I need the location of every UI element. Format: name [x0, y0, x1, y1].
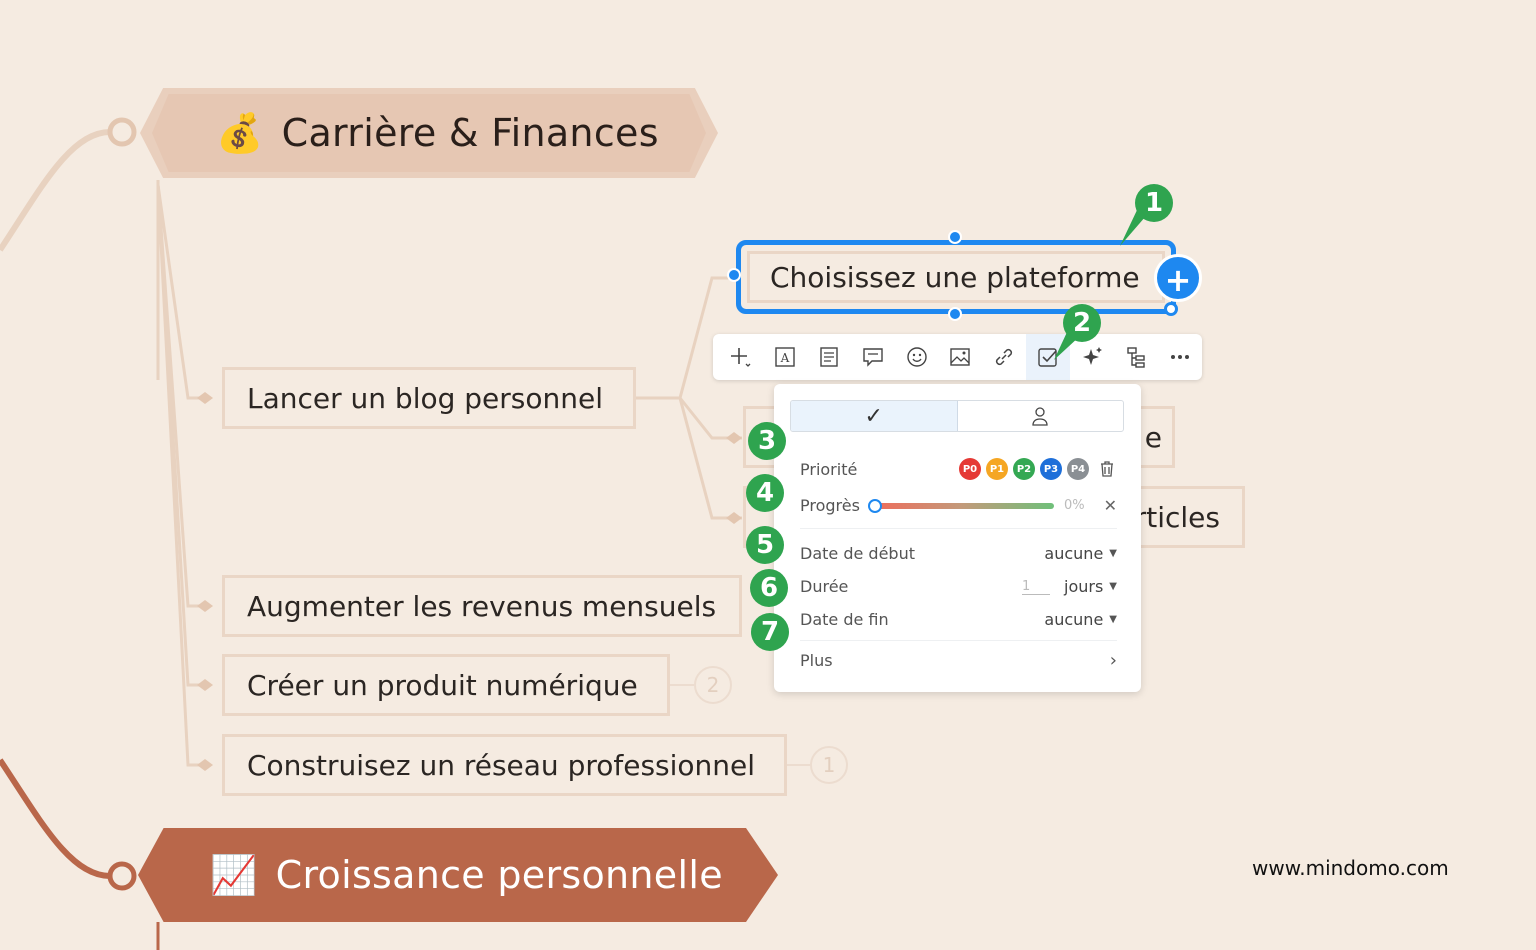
subtopic-label: Lancer un blog personnel	[247, 381, 604, 415]
trash-icon[interactable]	[1097, 459, 1117, 479]
duration-label: Durée	[800, 577, 849, 596]
image-icon[interactable]	[939, 334, 983, 380]
subtopic-label: e	[1144, 420, 1162, 454]
duration-row: Durée 1 jours ▼	[800, 577, 1117, 596]
subtopic-label: Augmenter les revenus mensuels	[247, 589, 717, 623]
money-bag-icon: 💰	[216, 110, 264, 155]
comment-icon[interactable]	[851, 334, 895, 380]
resize-handle-top[interactable]	[948, 230, 962, 244]
more-icon[interactable]	[1158, 334, 1202, 380]
user-icon	[1032, 407, 1048, 426]
link-icon[interactable]	[982, 334, 1026, 380]
priority-chip-p4[interactable]: P4	[1067, 458, 1089, 480]
collapsed-children-count[interactable]: 1	[810, 746, 848, 784]
checkmark-icon: ✓	[864, 403, 883, 429]
subtopic-label: Construisez un réseau professionnel	[247, 748, 756, 782]
main-topic-label: Carrière & Finances	[281, 111, 659, 155]
progress-slider[interactable]	[867, 498, 1054, 513]
more-row[interactable]: Plus ›	[800, 650, 1117, 671]
priority-options: P0 P1 P2 P3 P4	[959, 458, 1089, 480]
duration-input[interactable]: 1	[1022, 579, 1050, 595]
task-panel: ✓ Priorité P0 P1 P2 P3 P4 Progrès 0% ✕ Date …	[774, 384, 1141, 692]
resize-handle-bottom[interactable]	[948, 307, 962, 321]
progress-row: Progrès 0% ✕	[800, 496, 1117, 515]
start-date-value[interactable]: aucune	[1044, 544, 1103, 563]
start-date-label: Date de début	[800, 544, 915, 563]
subtopic-blog[interactable]: Lancer un blog personnel	[222, 367, 636, 429]
end-date-row[interactable]: Date de fin aucune ▼	[800, 610, 1117, 629]
resize-handle-corner[interactable]	[1164, 302, 1178, 316]
progress-slider-knob[interactable]	[867, 498, 882, 513]
caret-down-icon: ▼	[1109, 614, 1117, 625]
chart-increasing-icon: 📈	[210, 852, 258, 897]
callout-pointer-2	[1054, 330, 1080, 360]
priority-chip-p1[interactable]: P1	[986, 458, 1008, 480]
priority-chip-p3[interactable]: P3	[1040, 458, 1062, 480]
progress-label: Progrès	[800, 496, 860, 515]
priority-row: Priorité P0 P1 P2 P3 P4	[800, 458, 1117, 480]
duration-unit[interactable]: jours	[1064, 577, 1103, 596]
caret-down-icon: ▼	[1109, 548, 1117, 559]
add-icon[interactable]	[719, 334, 763, 380]
more-label: Plus	[800, 651, 833, 670]
collapsed-children-count[interactable]: 2	[694, 666, 732, 704]
subtopic-digital-product[interactable]: Créer un produit numérique	[222, 654, 670, 716]
callout-marker-5: 5	[746, 526, 784, 564]
chevron-right-icon: ›	[1109, 650, 1117, 671]
text-icon[interactable]: A	[763, 334, 807, 380]
close-icon[interactable]: ✕	[1104, 496, 1117, 515]
callout-marker-3: 3	[748, 422, 786, 460]
callout-marker-7: 7	[751, 613, 789, 651]
watermark-url: www.mindomo.com	[1252, 856, 1449, 880]
add-child-button[interactable]: +	[1154, 254, 1202, 302]
selected-topic-platform[interactable]: Choisissez une plateforme	[736, 240, 1176, 314]
notes-icon[interactable]	[807, 334, 851, 380]
tab-assignee[interactable]	[958, 401, 1124, 431]
callout-pointer-1	[1120, 208, 1146, 246]
task-panel-tabs: ✓	[790, 400, 1124, 432]
start-date-row[interactable]: Date de début aucune ▼	[800, 544, 1117, 563]
subtopic-revenue[interactable]: Augmenter les revenus mensuels	[222, 575, 742, 637]
priority-label: Priorité	[800, 459, 858, 479]
structure-icon[interactable]	[1114, 334, 1158, 380]
caret-down-icon: ▼	[1109, 581, 1117, 592]
emoji-icon[interactable]	[895, 334, 939, 380]
subtopic-label: Créer un produit numérique	[247, 668, 638, 702]
subtopic-network[interactable]: Construisez un réseau professionnel	[222, 734, 787, 796]
topic-toolbar: A	[713, 334, 1202, 380]
selected-topic-label: Choisissez une plateforme	[770, 260, 1140, 294]
priority-chip-p0[interactable]: P0	[959, 458, 981, 480]
main-topic-label: Croissance personnelle	[275, 853, 723, 897]
main-topic-career-finances[interactable]: 💰 Carrière & Finances	[140, 88, 718, 178]
main-topic-personal-growth[interactable]: 📈 Croissance personnelle	[138, 828, 778, 922]
end-date-label: Date de fin	[800, 610, 889, 629]
resize-handle-left[interactable]	[727, 268, 741, 282]
end-date-value[interactable]: aucune	[1044, 610, 1103, 629]
callout-marker-6: 6	[750, 569, 788, 607]
progress-value: 0%	[1063, 498, 1085, 513]
callout-marker-4: 4	[746, 474, 784, 512]
priority-chip-p2[interactable]: P2	[1013, 458, 1035, 480]
svg-text:A: A	[780, 351, 790, 365]
tab-task[interactable]: ✓	[791, 401, 958, 431]
subtopic-label: rticles	[1134, 500, 1220, 534]
